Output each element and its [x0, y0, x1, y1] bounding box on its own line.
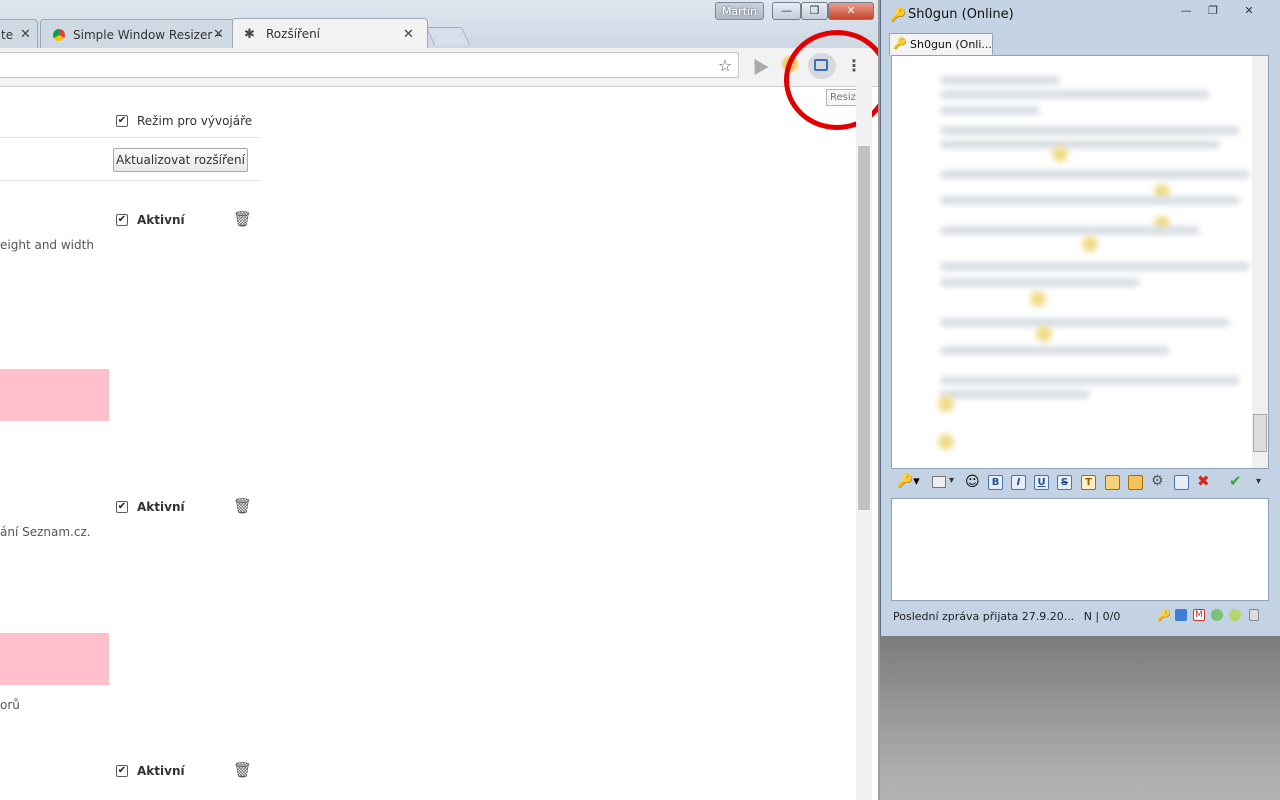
italic-button[interactable]: I — [1011, 475, 1026, 490]
tab-label: te — [1, 28, 14, 42]
extension-description: ání Seznam.cz. — [0, 525, 91, 539]
puzzle-icon: ✱ — [244, 27, 255, 42]
close-button[interactable]: ✕ — [828, 2, 874, 20]
chevron-down-icon[interactable]: ▾ — [1256, 476, 1261, 487]
contact-card-icon[interactable] — [932, 476, 946, 488]
quote-icon[interactable] — [1174, 475, 1189, 490]
trash-icon[interactable]: 🗑 — [233, 210, 252, 228]
trash-icon[interactable]: 🗑 — [233, 497, 252, 515]
tab-extensions[interactable]: ✱ Rozšíření ✕ — [232, 18, 428, 49]
trash-icon[interactable]: 🗑 — [233, 761, 252, 779]
delete-icon[interactable]: ✖ — [1197, 472, 1210, 490]
active-label: Aktivní — [137, 213, 185, 227]
dev-mode-checkbox[interactable]: ✔ — [116, 115, 128, 127]
mail-icon[interactable]: M — [1193, 609, 1205, 621]
divider — [0, 137, 260, 138]
chat-tab[interactable]: 🔑 Sh0gun (Onli... — [889, 33, 993, 55]
book-icon[interactable] — [1175, 609, 1187, 621]
chat-message-area[interactable] — [891, 55, 1269, 469]
tab-close-icon[interactable]: ✕ — [213, 27, 224, 42]
desktop-background — [880, 636, 1280, 800]
scrollbar-thumb[interactable] — [858, 146, 870, 510]
tab-label: Simple Window Resizer - — [73, 28, 221, 42]
send-check-icon[interactable]: ✔ — [1229, 472, 1242, 490]
chat-window-title: Sh0gun (Online) — [908, 7, 1014, 22]
tab-close-icon[interactable]: ✕ — [403, 27, 414, 42]
minimize-button[interactable]: — — [772, 2, 801, 20]
gear-icon[interactable]: ⚙ — [1151, 473, 1164, 489]
list-icon[interactable] — [1249, 609, 1259, 621]
avatar-icon[interactable] — [1105, 475, 1120, 490]
extension-description: eight and width — [0, 238, 94, 252]
profile-button[interactable]: Martin — [715, 2, 764, 20]
underline-button[interactable]: U — [1034, 475, 1049, 490]
divider — [0, 180, 260, 181]
chat-minimize-button[interactable]: — — [1173, 2, 1199, 20]
status-counter: N | 0/0 — [1083, 610, 1121, 623]
key-dropdown-icon[interactable]: 🔑▾ — [897, 474, 920, 489]
star-icon[interactable]: ☆ — [715, 56, 735, 75]
tab-partial[interactable]: te ✕ — [0, 19, 38, 48]
chat-tab-label: Sh0gun (Onli... — [910, 38, 992, 51]
active-checkbox[interactable]: ✔ — [116, 765, 128, 777]
chrome-store-icon — [53, 29, 65, 41]
key-icon: 🔑 — [893, 37, 907, 50]
key-icon: 🔑 — [890, 8, 907, 23]
chat-input[interactable] — [891, 498, 1269, 601]
active-checkbox[interactable]: ✔ — [116, 501, 128, 513]
active-checkbox[interactable]: ✔ — [116, 214, 128, 226]
extension-highlight-box — [0, 369, 109, 421]
chat-maximize-button[interactable]: ❐ — [1200, 2, 1226, 20]
chat-status-bar: Poslední zpráva přijata 27.9.20... N | 0… — [893, 610, 1120, 623]
active-label: Aktivní — [137, 764, 185, 778]
text-button[interactable]: T — [1081, 475, 1096, 490]
sync-icon[interactable] — [1229, 609, 1241, 621]
active-label: Aktivní — [137, 500, 185, 514]
clock-icon[interactable] — [1128, 475, 1143, 490]
bold-button[interactable]: B — [988, 475, 1003, 490]
extension-description: orů — [0, 698, 20, 712]
browser-window: te ✕ Simple Window Resizer - ✕ ✱ Rozšíře… — [0, 0, 878, 800]
maximize-button[interactable]: ❐ — [801, 2, 828, 20]
chat-scrollbar-thumb[interactable] — [1253, 414, 1267, 452]
chat-close-button[interactable]: ✕ — [1232, 2, 1266, 20]
address-bar[interactable] — [0, 52, 739, 78]
extension-highlight-box — [0, 633, 109, 685]
online-icon[interactable] — [1211, 609, 1223, 621]
strike-button[interactable]: S — [1057, 475, 1072, 490]
tab-label: Rozšíření — [266, 27, 321, 41]
status-text: Poslední zpráva přijata 27.9.20... — [893, 610, 1075, 623]
update-extensions-button[interactable]: Aktualizovat rozšíření — [113, 148, 248, 172]
dev-mode-label: Režim pro vývojáře — [137, 114, 253, 128]
key-icon[interactable]: 🔑 — [1157, 609, 1171, 622]
chat-scrollbar[interactable] — [1252, 56, 1268, 468]
smiley-icon[interactable]: ☺ — [965, 474, 980, 490]
chevron-down-icon[interactable]: ▾ — [949, 475, 954, 486]
tab-simple-window-resizer[interactable]: Simple Window Resizer - ✕ — [40, 19, 234, 48]
tab-close-icon[interactable]: ✕ — [20, 27, 31, 42]
